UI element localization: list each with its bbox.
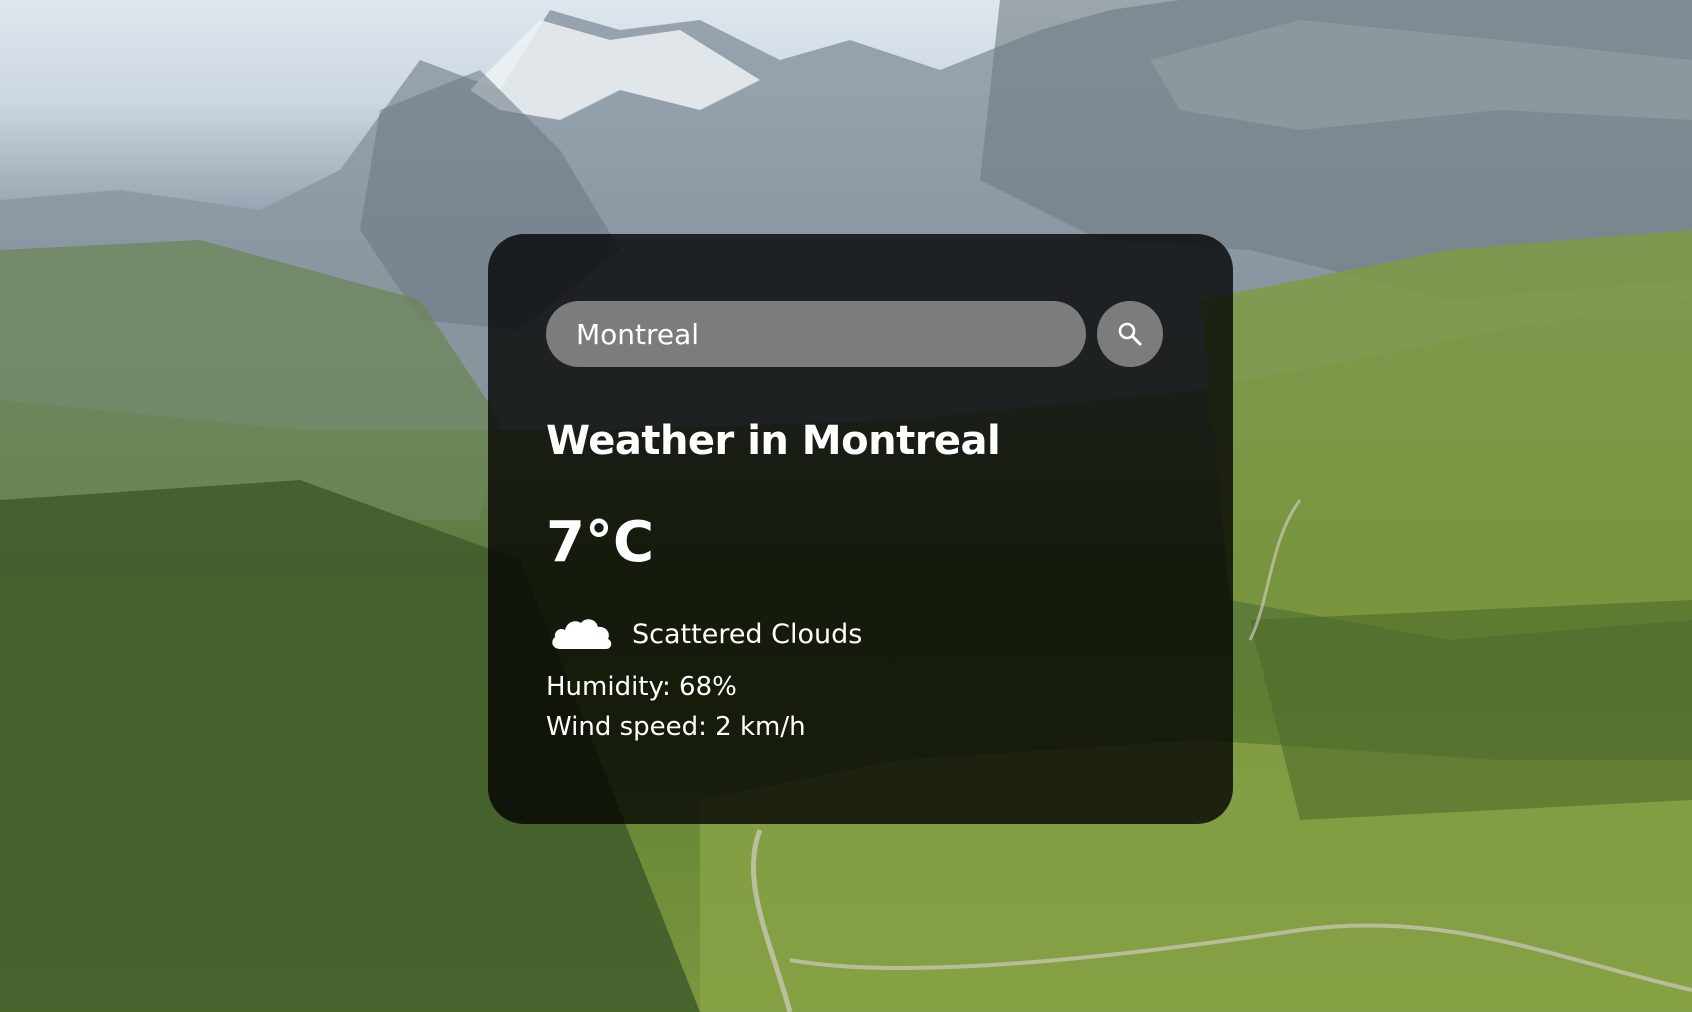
search-icon (1117, 321, 1143, 347)
search-input[interactable] (546, 301, 1086, 367)
weather-stats: Humidity: 68% Wind speed: 2 km/h (546, 667, 1175, 747)
cloud-icon (546, 609, 618, 659)
wind-speed: Wind speed: 2 km/h (546, 712, 806, 742)
weather-card: Weather in Montreal 7°C Scattered Clouds… (488, 234, 1233, 824)
weather-description-row: Scattered Clouds (546, 609, 1175, 659)
city-title: Weather in Montreal (546, 418, 1001, 464)
search-bar (546, 301, 1175, 367)
search-button[interactable] (1097, 301, 1163, 367)
humidity: Humidity: 68% (546, 672, 737, 702)
temperature: 7°C (546, 510, 655, 575)
weather-description: Scattered Clouds (632, 618, 863, 650)
